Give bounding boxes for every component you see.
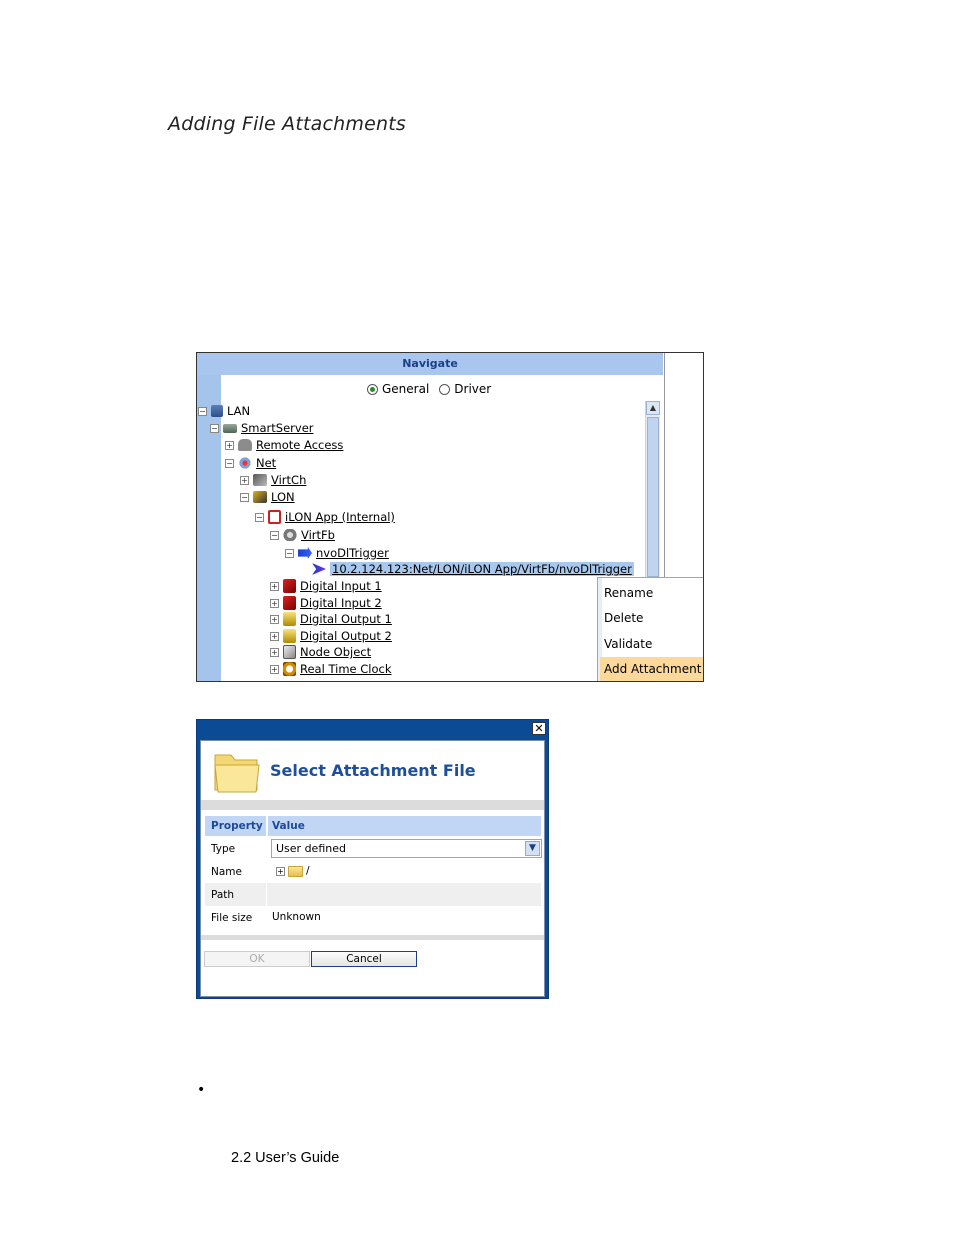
collapse-icon[interactable]: − (255, 512, 264, 522)
folder-small-icon (288, 865, 303, 877)
nav-left-strip (197, 353, 221, 681)
expand-icon[interactable]: + (225, 440, 234, 450)
tree-item-lan[interactable]: − LAN (198, 404, 250, 418)
navigate-panel: Navigate General Driver ▲ − LAN − SmartS… (196, 352, 704, 682)
dialog-title: Select Attachment File (270, 761, 476, 780)
tree-item-lon[interactable]: − LON (240, 490, 295, 504)
tree-item-ilon-app[interactable]: − iLON App (Internal) (255, 510, 395, 524)
radio-general-label: General (382, 382, 430, 396)
divider (201, 935, 544, 940)
radio-driver[interactable] (439, 383, 451, 395)
expand-icon[interactable]: + (270, 598, 279, 608)
name-value: + / (276, 865, 310, 877)
expand-icon[interactable]: + (276, 866, 285, 876)
row-separator (266, 883, 267, 906)
tree-item-node-object[interactable]: + Node Object (270, 645, 371, 659)
ok-button[interactable]: OK (204, 951, 310, 967)
expand-icon[interactable]: + (270, 631, 279, 641)
lan-icon (211, 405, 223, 417)
cancel-button[interactable]: Cancel (311, 951, 417, 967)
menu-item-add-attachment[interactable]: Add Attachment (600, 657, 703, 681)
clock-icon (283, 662, 296, 676)
scroll-thumb[interactable] (647, 417, 659, 577)
scroll-up-icon[interactable]: ▲ (646, 401, 660, 415)
folder-icon (214, 754, 260, 793)
close-icon[interactable]: ✕ (532, 722, 546, 735)
collapse-icon[interactable]: − (270, 530, 279, 540)
tree-item-digital-input-1[interactable]: + Digital Input 1 (270, 579, 382, 593)
binding-icon (312, 563, 326, 575)
divider (201, 800, 544, 810)
radio-general[interactable] (367, 383, 378, 395)
col-value: Value (272, 820, 305, 832)
type-select[interactable]: User defined ▼ (271, 839, 542, 858)
nav-right-area (664, 353, 703, 579)
collapse-icon[interactable]: − (210, 423, 219, 433)
filesize-label: File size (211, 912, 253, 924)
output-icon (283, 612, 296, 626)
phone-icon (238, 439, 252, 451)
output-icon (283, 629, 296, 643)
type-value: User defined (276, 842, 346, 855)
tree-item-real-time-clock[interactable]: + Real Time Clock (270, 662, 392, 676)
col-property: Property (211, 820, 263, 832)
network-icon (238, 457, 252, 469)
row-type: Type User defined ▼ (205, 837, 542, 860)
row-name: Name + / (205, 860, 541, 883)
view-radio-group: General Driver (367, 382, 491, 396)
device-icon (268, 510, 281, 524)
chevron-down-icon[interactable]: ▼ (525, 841, 540, 856)
menu-item-validate[interactable]: Validate (604, 632, 703, 656)
filesize-value: Unknown (272, 911, 321, 923)
expand-icon[interactable]: + (270, 664, 279, 674)
menu-item-rename[interactable]: Rename (604, 581, 703, 605)
menu-item-delete[interactable]: Delete (604, 606, 703, 630)
node-object-icon (283, 645, 296, 659)
radio-driver-label: Driver (454, 382, 492, 396)
expand-icon[interactable]: + (240, 475, 249, 485)
expand-icon[interactable]: + (270, 581, 279, 591)
tree-item-virtfb[interactable]: − VirtFb (270, 528, 335, 542)
collapse-icon[interactable]: − (240, 492, 249, 502)
tree-item-digital-input-2[interactable]: + Digital Input 2 (270, 596, 382, 610)
tree-item-smartserver[interactable]: − SmartServer (210, 421, 314, 435)
tree-item-digital-output-2[interactable]: + Digital Output 2 (270, 629, 392, 643)
path-label: Path (211, 889, 235, 901)
collapse-icon[interactable]: − (225, 458, 234, 468)
tree-item-remote-access[interactable]: + Remote Access (225, 438, 343, 452)
tree-item-virtch[interactable]: + VirtCh (240, 473, 306, 487)
page-footer: 2.2 User’s Guide (231, 1150, 340, 1166)
collapse-icon[interactable]: − (285, 548, 294, 558)
type-label: Type (211, 843, 236, 855)
lon-channel-icon (253, 491, 267, 503)
row-path: Path (205, 883, 541, 906)
name-label: Name (211, 866, 242, 878)
input-icon (283, 596, 296, 610)
output-arrow-icon (298, 547, 312, 559)
section-heading: Adding File Attachments (168, 113, 406, 135)
dialog-body: Select Attachment File Property Value Ty… (200, 740, 545, 997)
channel-icon (253, 474, 267, 486)
tree-item-digital-output-1[interactable]: + Digital Output 1 (270, 612, 392, 626)
context-menu: Rename Delete Validate Add Attachment (597, 577, 703, 681)
gear-icon (283, 529, 297, 541)
navigate-title: Navigate (197, 353, 663, 375)
table-header: Property Value (205, 816, 541, 836)
dialog-banner: Select Attachment File (201, 741, 544, 801)
tree-item-nvodltrigger[interactable]: − nvoDlTrigger (285, 546, 389, 560)
expand-icon[interactable]: + (270, 647, 279, 657)
expand-icon[interactable]: + (270, 614, 279, 624)
input-icon (283, 579, 296, 593)
tree-item-net[interactable]: − Net (225, 456, 276, 470)
tree-item-binding[interactable]: 10.2.124.123:Net/LON/iLON App/VirtFb/nvo… (312, 562, 634, 576)
header-separator (266, 816, 268, 836)
row-filesize: File size Unknown (205, 906, 541, 929)
tree-scrollbar[interactable]: ▲ (645, 401, 660, 579)
select-attachment-dialog: ✕ Select Attachment File Property Value … (196, 719, 549, 999)
server-icon (223, 423, 237, 433)
collapse-icon[interactable]: − (198, 406, 207, 416)
bullet-marker: • (197, 1082, 206, 1098)
